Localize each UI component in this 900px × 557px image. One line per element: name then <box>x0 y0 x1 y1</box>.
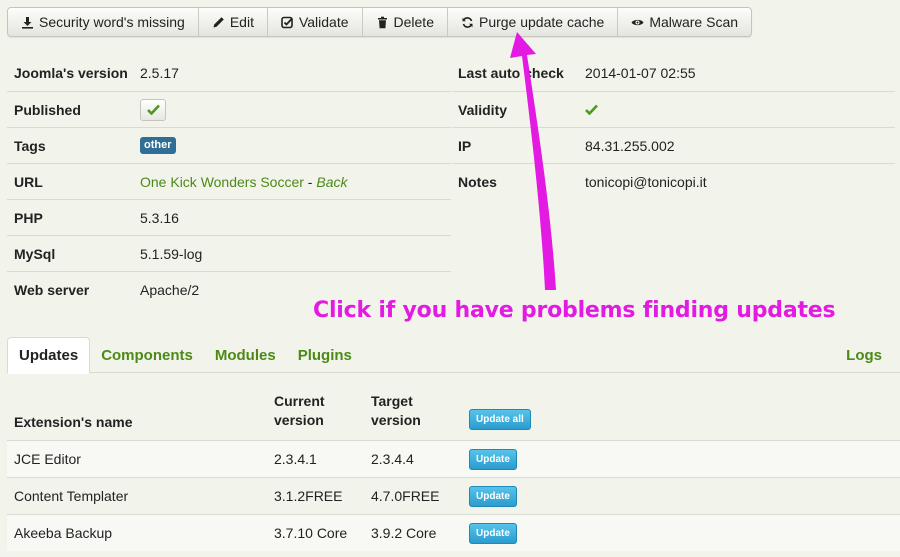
validity-check-icon <box>585 104 598 115</box>
checkmark-icon <box>146 104 160 115</box>
delete-label: Delete <box>393 14 434 30</box>
target-version: 3.9.2 Core <box>371 525 437 541</box>
col-target-line2: version <box>371 412 421 428</box>
col-target-line1: Target <box>371 393 413 409</box>
updates-table: Extension's name Current version Target … <box>7 374 900 551</box>
col-current-version: Current version <box>274 392 371 430</box>
tags-label: Tags <box>14 137 46 154</box>
tab-bar: Updates Components Modules Plugins Logs <box>7 337 900 374</box>
current-version: 3.7.10 Core <box>274 525 348 541</box>
table-row: Akeeba Backup 3.7.10 Core 3.9.2 Core Upd… <box>7 514 900 551</box>
update-button[interactable]: Update <box>469 485 517 507</box>
update-button[interactable]: Update <box>469 522 517 544</box>
url-label: URL <box>14 173 43 190</box>
php-label: PHP <box>14 209 43 226</box>
current-version: 2.3.4.1 <box>274 451 317 467</box>
php-row: PHP 5.3.16 <box>7 199 451 235</box>
toolbar: Security word's missing Edit Validate De… <box>7 7 753 37</box>
site-details-page: Security word's missing Edit Validate De… <box>0 0 900 557</box>
url-separator: - <box>303 173 317 190</box>
tab-logs[interactable]: Logs <box>835 337 900 373</box>
tab-plugins[interactable]: Plugins <box>287 337 363 373</box>
notes-label: Notes <box>458 173 497 190</box>
edit-label: Edit <box>229 14 254 30</box>
ip-row: IP 84.31.255.002 <box>452 127 895 163</box>
tag-badge: other <box>140 137 176 154</box>
url-row: URL One Kick Wonders Soccer - Back <box>7 163 451 199</box>
mysql-value: 5.1.59-log <box>140 245 203 262</box>
target-version: 2.3.4.4 <box>371 451 414 467</box>
last-auto-check-row: Last auto check 2014-01-07 02:55 <box>452 55 895 91</box>
validity-label: Validity <box>458 101 508 118</box>
joomla-version-row: Joomla's version 2.5.17 <box>7 55 451 91</box>
joomla-version-label: Joomla's version <box>14 65 128 81</box>
published-row: Published <box>7 91 451 127</box>
malware-scan-label: Malware Scan <box>649 14 739 30</box>
site-info-right: Last auto check 2014-01-07 02:55 Validit… <box>452 55 895 199</box>
pencil-icon <box>212 16 225 29</box>
col-actions: Update all <box>469 409 531 430</box>
col-target-version: Target version <box>371 392 469 430</box>
site-link[interactable]: One Kick Wonders Soccer <box>140 174 304 190</box>
col-extension-name: Extension's name <box>14 414 133 430</box>
trash-icon <box>376 16 389 29</box>
purge-update-cache-button[interactable]: Purge update cache <box>448 8 619 36</box>
validate-button[interactable]: Validate <box>268 8 363 36</box>
notes-row: Notes tonicopi@tonicopi.it <box>452 163 895 199</box>
php-value: 5.3.16 <box>140 209 179 226</box>
validate-label: Validate <box>298 14 349 30</box>
table-row: Content Templater 3.1.2FREE 4.7.0FREE Up… <box>7 477 900 514</box>
joomla-version-value: 2.5.17 <box>140 65 179 81</box>
security-word-button[interactable]: Security word's missing <box>8 8 199 36</box>
security-word-label: Security word's missing <box>39 14 185 30</box>
published-toggle[interactable] <box>140 98 166 121</box>
last-auto-check-label: Last auto check <box>458 65 564 81</box>
mysql-row: MySql 5.1.59-log <box>7 235 451 271</box>
back-link[interactable]: Back <box>316 174 347 190</box>
validity-row: Validity <box>452 91 895 127</box>
url-value: One Kick Wonders Soccer - Back <box>140 174 348 190</box>
table-row: JCE Editor 2.3.4.1 2.3.4.4 Update <box>7 440 900 477</box>
tab-updates[interactable]: Updates <box>7 337 91 374</box>
edit-button[interactable]: Edit <box>199 8 268 36</box>
extension-name: JCE Editor <box>14 451 81 467</box>
col-current-line1: Current <box>274 393 325 409</box>
check-square-icon <box>281 16 294 29</box>
refresh-icon <box>461 16 474 29</box>
malware-scan-button[interactable]: Malware Scan <box>618 8 751 36</box>
target-version: 4.7.0FREE <box>371 488 440 504</box>
ip-label: IP <box>458 137 472 154</box>
extension-name: Content Templater <box>14 488 129 504</box>
download-icon <box>21 16 34 29</box>
update-button[interactable]: Update <box>469 448 517 470</box>
tab-components[interactable]: Components <box>90 337 204 373</box>
tags-row: Tags other <box>7 127 451 163</box>
web-server-label: Web server <box>14 281 90 298</box>
col-current-line2: version <box>274 412 324 428</box>
delete-button[interactable]: Delete <box>363 8 448 36</box>
extension-name: Akeeba Backup <box>14 525 113 541</box>
annotation-text: Click if you have problems finding updat… <box>313 298 836 323</box>
tab-modules[interactable]: Modules <box>204 337 287 373</box>
mysql-label: MySql <box>14 245 56 262</box>
web-server-value: Apache/2 <box>140 281 200 298</box>
purge-update-cache-label: Purge update cache <box>478 14 605 30</box>
eye-icon <box>631 16 644 29</box>
site-info-left: Joomla's version 2.5.17 Published Tags o… <box>7 55 451 307</box>
current-version: 3.1.2FREE <box>274 488 343 504</box>
published-label: Published <box>14 101 81 118</box>
updates-table-header: Extension's name Current version Target … <box>7 374 900 440</box>
ip-value: 84.31.255.002 <box>585 137 675 154</box>
last-auto-check-value: 2014-01-07 02:55 <box>585 65 696 81</box>
update-all-button[interactable]: Update all <box>469 409 531 430</box>
notes-value: tonicopi@tonicopi.it <box>585 173 707 190</box>
